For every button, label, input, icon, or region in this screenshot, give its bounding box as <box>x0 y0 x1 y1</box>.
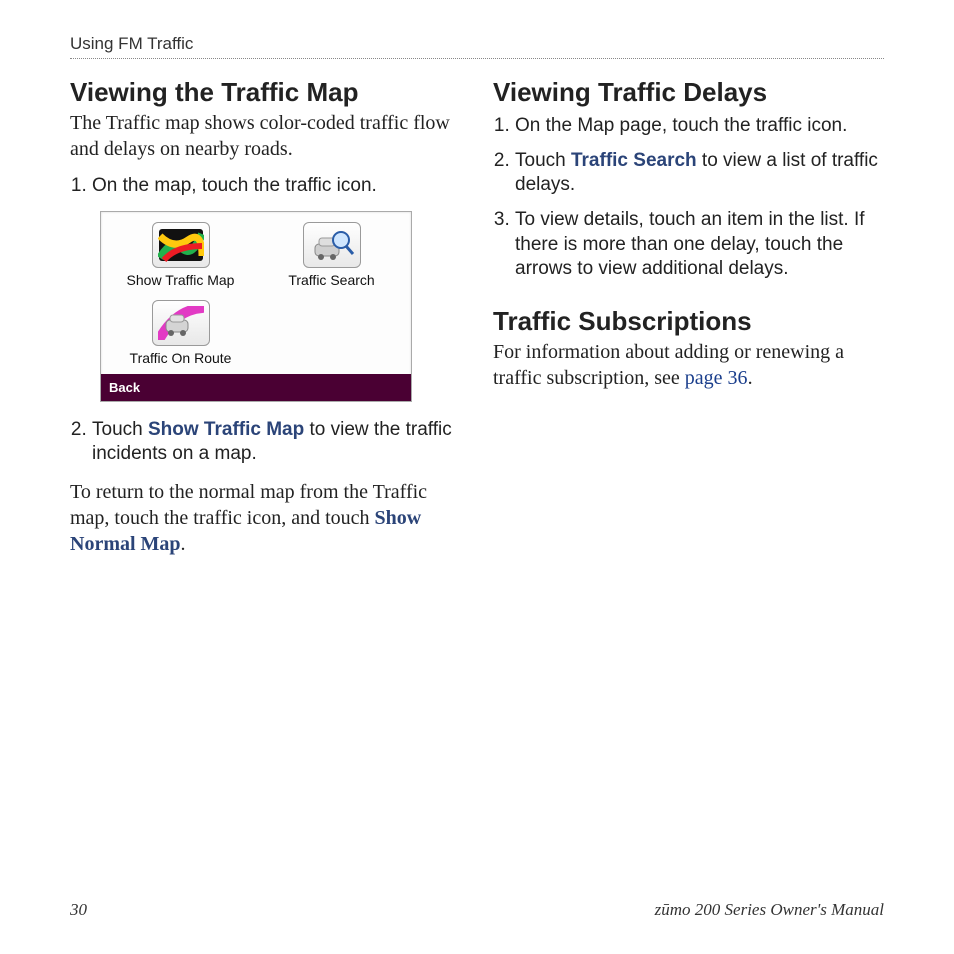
subscriptions-text: For information about adding or renewing… <box>493 339 884 391</box>
right-column: Viewing Traffic Delays On the Map page, … <box>493 77 884 577</box>
emphasis-traffic-search: Traffic Search <box>571 150 697 171</box>
delays-step-3: To view details, touch an item in the li… <box>515 208 884 282</box>
traffic-search-icon <box>303 222 361 268</box>
intro-traffic-map: The Traffic map shows color-coded traffi… <box>70 110 461 162</box>
link-page-36[interactable]: page 36 <box>685 367 748 389</box>
device-button-label: Traffic On Route <box>130 350 232 366</box>
page-number: 30 <box>70 900 87 920</box>
device-button-label: Show Traffic Map <box>127 272 235 288</box>
running-header: Using FM Traffic <box>70 34 884 59</box>
delays-step-1: On the Map page, touch the traffic icon. <box>515 114 884 139</box>
device-screenshot: Show Traffic Map <box>100 211 412 402</box>
device-button-label: Traffic Search <box>288 272 374 288</box>
delays-step-2: Touch Traffic Search to view a list of t… <box>515 149 884 198</box>
device-button-traffic-search[interactable]: Traffic Search <box>256 218 407 296</box>
traffic-map-step-1: On the map, touch the traffic icon. <box>92 174 461 199</box>
device-button-show-traffic-map[interactable]: Show Traffic Map <box>105 218 256 296</box>
device-back-button[interactable]: Back <box>101 374 411 401</box>
traffic-map-icon <box>152 222 210 268</box>
left-column: Viewing the Traffic Map The Traffic map … <box>70 77 461 577</box>
heading-viewing-traffic-map: Viewing the Traffic Map <box>70 77 461 108</box>
return-normal-map-text: To return to the normal map from the Tra… <box>70 479 461 557</box>
traffic-map-step-2: Touch Show Traffic Map to view the traff… <box>92 418 461 467</box>
manual-title: zūmo 200 Series Owner's Manual <box>655 900 884 920</box>
heading-viewing-traffic-delays: Viewing Traffic Delays <box>493 77 884 108</box>
traffic-on-route-icon <box>152 300 210 346</box>
device-button-traffic-on-route[interactable]: Traffic On Route <box>105 296 256 374</box>
emphasis-show-traffic-map: Show Traffic Map <box>148 419 304 440</box>
heading-traffic-subscriptions: Traffic Subscriptions <box>493 306 884 337</box>
